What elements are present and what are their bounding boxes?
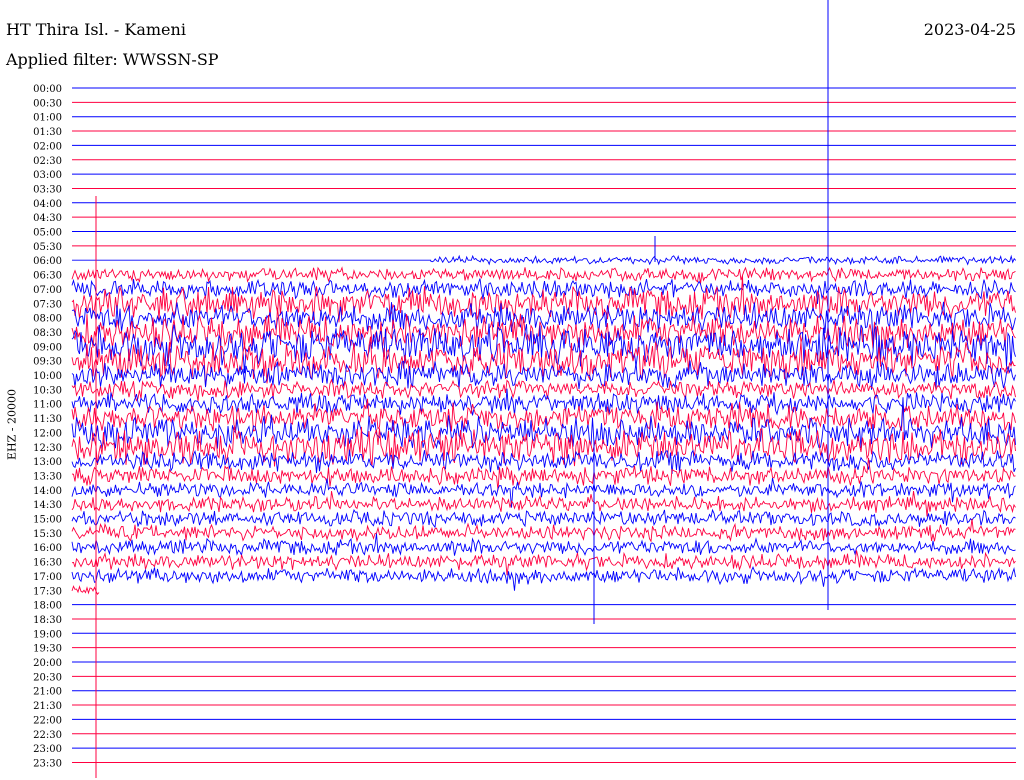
row-label: 11:30 (33, 414, 62, 425)
row-label: 04:30 (33, 213, 62, 224)
row-label: 19:00 (33, 629, 62, 640)
row-label: 21:00 (33, 687, 62, 698)
row-label: 09:30 (33, 357, 62, 368)
row-label: 02:30 (33, 156, 62, 167)
trace-line (71, 449, 1016, 475)
row-label: 18:00 (33, 601, 62, 612)
seismogram-plot: 00:00 00:30 01:00 01:30 02:00 02:30 03:00 03:30… (33, 0, 1017, 778)
row-label: 06:30 (33, 271, 62, 282)
row-label: 05:00 (33, 228, 62, 239)
row-label: 16:30 (33, 558, 62, 569)
row-label: 12:00 (33, 428, 62, 439)
row-label: 09:00 (33, 342, 62, 353)
trace-line (71, 508, 1016, 529)
row-label: 23:00 (33, 744, 62, 755)
row-label: 06:00 (33, 256, 62, 267)
row-label: 00:00 (33, 84, 62, 95)
row-label: 19:30 (33, 644, 62, 655)
row-label: 22:30 (33, 730, 62, 741)
row-label: 17:30 (33, 586, 62, 597)
trace-line (71, 566, 1016, 591)
row-label: 03:00 (33, 170, 62, 181)
row-label: 12:30 (33, 443, 62, 454)
row-label: 18:30 (33, 615, 62, 626)
row-label: 01:30 (33, 127, 62, 138)
row-label: 04:00 (33, 199, 62, 210)
row-label: 13:30 (33, 471, 62, 482)
row-label: 07:30 (33, 299, 62, 310)
row-label: 01:00 (33, 113, 62, 124)
trace-line (71, 477, 1016, 508)
row-label: 16:00 (33, 543, 62, 554)
trace-line (71, 266, 1016, 284)
row-label: 23:30 (33, 758, 62, 769)
row-label: 21:30 (33, 701, 62, 712)
row-label: 15:00 (33, 515, 62, 526)
row-label: 11:00 (33, 400, 62, 411)
row-label: 20:00 (33, 658, 62, 669)
row-label: 08:00 (33, 314, 62, 325)
trace-line (71, 533, 1016, 557)
row-label: 15:30 (33, 529, 62, 540)
trace-line (72, 254, 1017, 266)
trace-line (71, 585, 100, 595)
row-label: 17:00 (33, 572, 62, 583)
row-label: 20:30 (33, 672, 62, 683)
row-label: 05:30 (33, 242, 62, 253)
row-label: 13:00 (33, 457, 62, 468)
row-label: 14:00 (33, 486, 62, 497)
row-label: 10:30 (33, 385, 62, 396)
row-label: 02:00 (33, 141, 62, 152)
trace-line (71, 518, 1016, 543)
row-label: 08:30 (33, 328, 62, 339)
row-label: 14:30 (33, 500, 62, 511)
row-label: 22:00 (33, 715, 62, 726)
row-label: 07:00 (33, 285, 62, 296)
row-label: 03:30 (33, 184, 62, 195)
trace-line (71, 550, 1016, 576)
row-label: 10:00 (33, 371, 62, 382)
row-label: 00:30 (33, 98, 62, 109)
